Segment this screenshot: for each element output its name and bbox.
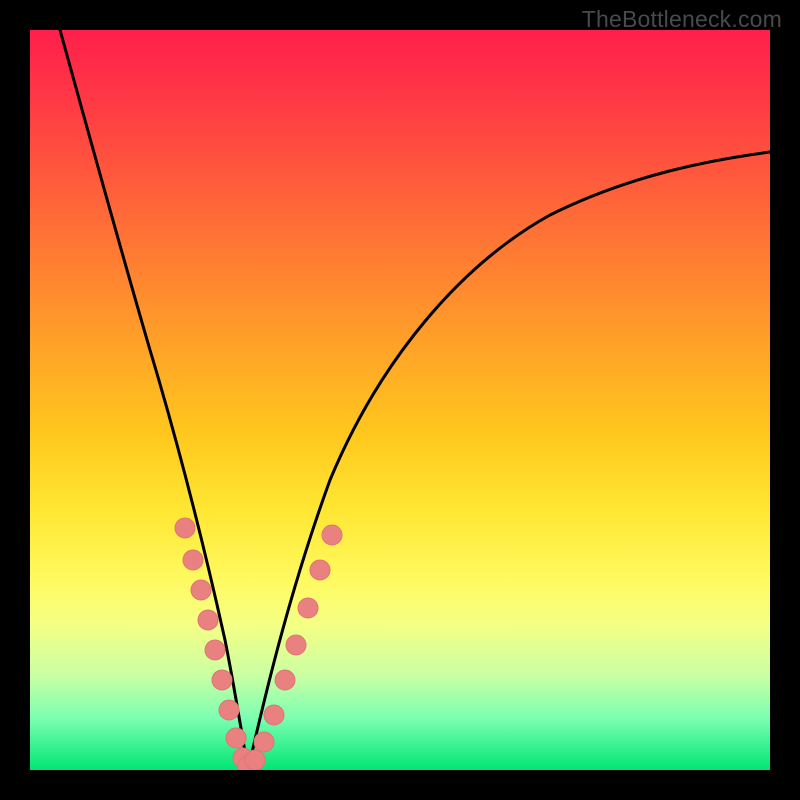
chart-plot-area	[30, 30, 770, 770]
curve-right	[248, 152, 770, 770]
watermark-text: TheBottleneck.com	[582, 6, 782, 33]
chart-svg	[30, 30, 770, 770]
chart-frame: TheBottleneck.com	[0, 0, 800, 800]
curve-left	[60, 30, 248, 770]
data-markers	[175, 518, 342, 770]
